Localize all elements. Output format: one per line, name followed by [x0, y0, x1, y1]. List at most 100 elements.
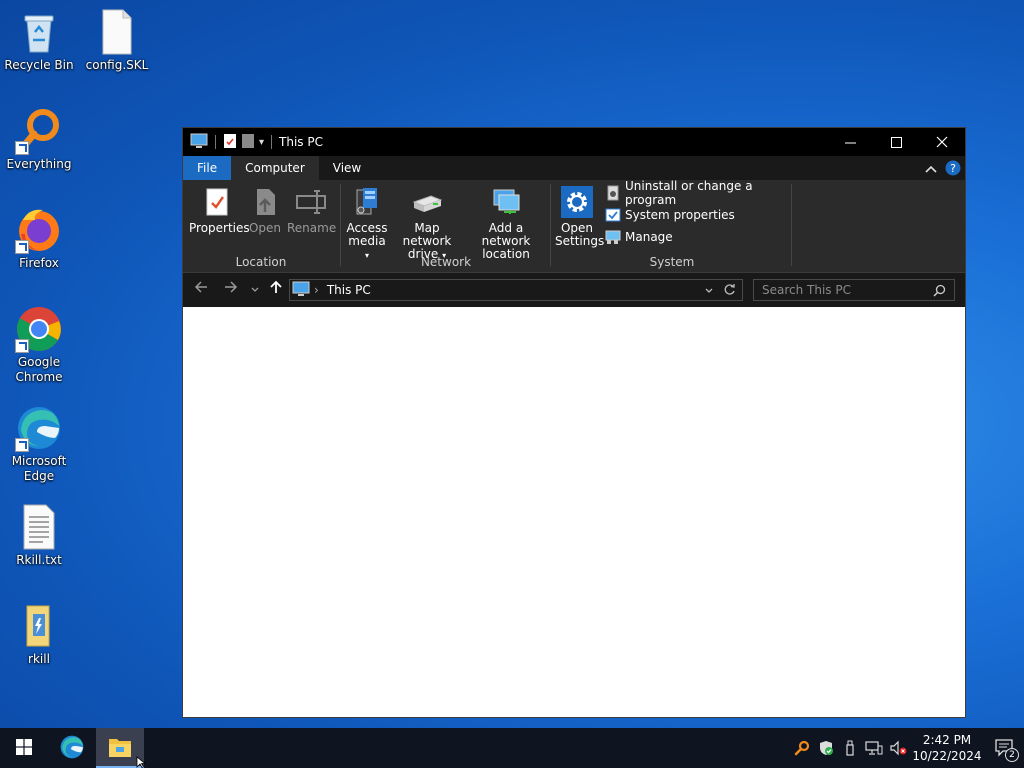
- desktop-icon-firefox[interactable]: Firefox: [1, 206, 77, 271]
- recent-locations-chevron-icon[interactable]: [250, 281, 260, 299]
- file-explorer-icon: [108, 736, 132, 761]
- desktop-icon-label: config.SKL: [85, 58, 149, 72]
- uninstall-program-label: Uninstall or change a program: [625, 179, 753, 207]
- manage-label: Manage: [625, 230, 673, 244]
- group-separator: [791, 184, 792, 266]
- recycle-bin-icon: [15, 8, 63, 56]
- open-settings-button[interactable]: Open Settings: [555, 186, 605, 248]
- access-media-icon: [351, 186, 383, 218]
- window-title: This PC: [279, 135, 323, 149]
- ribbon-group-title: Location: [235, 255, 287, 269]
- usb-device-icon[interactable]: [838, 728, 862, 768]
- shortcut-arrow-icon: [15, 141, 29, 155]
- file-explorer-window: ▾ This PC File Computer View ? Propertie…: [182, 127, 966, 718]
- computer-management-icon: [605, 229, 621, 245]
- firefox-icon: [15, 206, 63, 254]
- desktop-icon-config-skl[interactable]: config.SKL: [79, 8, 155, 73]
- rename-button[interactable]: Rename: [287, 186, 337, 235]
- windows-logo-icon: [16, 738, 32, 758]
- taskbar-clock[interactable]: 2:42 PM 10/22/2024: [910, 732, 984, 764]
- breadcrumb-this-pc[interactable]: This PC: [327, 283, 371, 297]
- desktop-icon-microsoft-edge[interactable]: Microsoft Edge: [1, 404, 77, 484]
- add-network-location-button[interactable]: Add a network location: [465, 186, 547, 261]
- desktop-icon-everything[interactable]: Everything: [1, 107, 77, 172]
- svg-text:?: ?: [950, 162, 956, 175]
- system-properties-icon: [605, 207, 621, 223]
- desktop-icon-label: Microsoft Edge: [11, 454, 67, 483]
- desktop-icon-recycle-bin[interactable]: Recycle Bin: [1, 8, 77, 73]
- back-arrow-icon[interactable]: [194, 280, 208, 298]
- desktop-icon-rkill-txt[interactable]: Rkill.txt: [1, 503, 77, 568]
- desktop-icon-google-chrome[interactable]: Google Chrome: [1, 305, 77, 385]
- system-properties-button[interactable]: System properties: [605, 206, 735, 224]
- ribbon-group-system: Open Settings Uninstall or change a prog…: [553, 179, 791, 273]
- edge-icon: [59, 734, 85, 763]
- up-arrow-icon[interactable]: [269, 280, 283, 298]
- map-network-drive-button[interactable]: Map network drive ▾: [391, 186, 463, 262]
- folder-icon: [15, 602, 63, 650]
- this-pc-icon: [292, 281, 310, 300]
- start-button[interactable]: [0, 728, 48, 768]
- title-bar[interactable]: ▾ This PC: [183, 128, 965, 156]
- address-input[interactable]: › This PC: [289, 279, 743, 301]
- properties-icon: [201, 186, 233, 218]
- uninstall-program-button[interactable]: Uninstall or change a program: [605, 179, 791, 207]
- desktop-icon-label: Firefox: [19, 256, 59, 270]
- desktop-icon-label: Rkill.txt: [16, 553, 62, 567]
- clock-date: 10/22/2024: [912, 749, 982, 763]
- everything-search-icon: [15, 107, 63, 155]
- open-button[interactable]: Open: [247, 186, 283, 235]
- group-separator: [340, 184, 341, 266]
- taskbar-edge-button[interactable]: [48, 728, 96, 768]
- desktop-icon-label: Everything: [6, 157, 72, 171]
- volume-muted-icon[interactable]: [886, 728, 910, 768]
- tab-file[interactable]: File: [183, 156, 232, 180]
- properties-button[interactable]: Properties: [189, 186, 250, 235]
- mouse-cursor-icon: [136, 756, 147, 768]
- edge-icon: [15, 404, 63, 452]
- open-icon: [249, 186, 281, 218]
- toolbar-separator: [215, 135, 216, 149]
- toolbar-separator: [271, 135, 273, 149]
- access-media-label-text: media: [348, 234, 386, 248]
- new-folder-quick-icon[interactable]: [241, 133, 255, 152]
- ribbon-tabs: File Computer View ?: [183, 156, 965, 180]
- rename-label: Rename: [287, 221, 337, 235]
- file-list-pane[interactable]: [183, 309, 965, 717]
- network-icon[interactable]: [862, 728, 886, 768]
- customize-toolbar-dropdown-icon[interactable]: ▾: [259, 137, 264, 148]
- access-media-button[interactable]: Access media ▾: [345, 186, 389, 262]
- desktop-icon-rkill[interactable]: rkill: [1, 602, 77, 667]
- address-dropdown-icon[interactable]: [704, 285, 714, 299]
- map-network-drive-label-line1: Map network: [402, 221, 452, 248]
- maximize-button[interactable]: [873, 128, 919, 156]
- security-shield-icon[interactable]: [814, 728, 838, 768]
- shortcut-arrow-icon: [15, 240, 29, 254]
- clock-time: 2:42 PM: [922, 733, 972, 747]
- properties-quick-icon[interactable]: [223, 133, 237, 152]
- search-input[interactable]: Search This PC: [753, 279, 955, 301]
- collapse-ribbon-icon[interactable]: [925, 163, 937, 177]
- forward-arrow-icon[interactable]: [224, 280, 238, 298]
- this-pc-icon: [190, 133, 208, 152]
- desktop-icon-label: Recycle Bin: [4, 58, 74, 72]
- minimize-button[interactable]: [827, 128, 873, 156]
- help-icon[interactable]: ?: [945, 160, 961, 179]
- chrome-icon: [15, 305, 63, 353]
- breadcrumb-separator-icon: ›: [314, 283, 319, 297]
- notification-count-badge: 2: [1005, 748, 1019, 762]
- everything-tray-icon[interactable]: [790, 728, 814, 768]
- open-settings-label-line2: Settings: [555, 234, 605, 248]
- tab-computer[interactable]: Computer: [231, 156, 319, 180]
- group-separator: [550, 184, 551, 266]
- manage-button[interactable]: Manage: [605, 228, 673, 246]
- file-icon: [93, 8, 141, 56]
- ribbon-group-location: Properties Open Rename Location: [183, 180, 339, 273]
- close-button[interactable]: [919, 128, 965, 156]
- ribbon-group-title: System: [649, 255, 695, 269]
- shortcut-arrow-icon: [15, 438, 29, 452]
- refresh-icon[interactable]: [723, 283, 736, 299]
- tab-view[interactable]: View: [319, 156, 375, 180]
- open-label: Open: [248, 221, 282, 235]
- action-center-button[interactable]: 2: [984, 728, 1024, 768]
